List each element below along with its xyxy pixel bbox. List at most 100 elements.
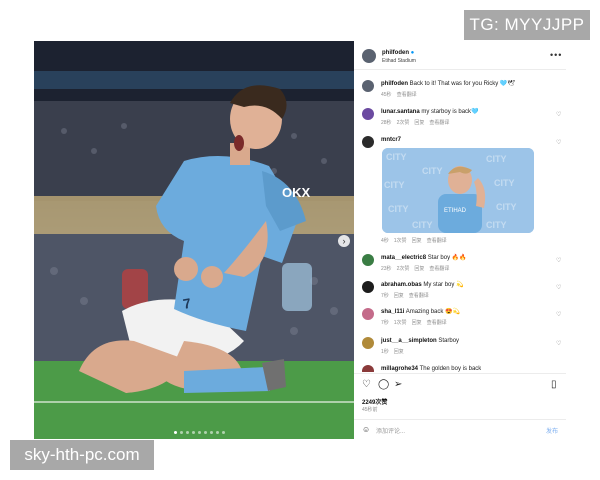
- comment-likes[interactable]: 1次赞: [394, 320, 407, 326]
- reply-link[interactable]: 回复: [412, 238, 422, 244]
- reply-link[interactable]: 回复: [394, 293, 404, 299]
- reply-link[interactable]: 回复: [412, 320, 422, 326]
- comment-meta: 23秒 2次赞 回复 查看翻译: [381, 265, 454, 272]
- svg-text:CITY: CITY: [388, 204, 409, 214]
- comment-item: mntcr7: [362, 136, 401, 148]
- comment-icon[interactable]: ◯: [378, 379, 389, 390]
- comment-text: my starboy is back🩵: [421, 109, 479, 115]
- comment-username[interactable]: sha_l11i: [381, 309, 404, 315]
- comment-text: The golden boy is back: [419, 366, 482, 372]
- comment-time: 23秒: [381, 266, 392, 272]
- post-photo: OKX 7: [34, 41, 354, 439]
- comment-meta: 28秒 2次赞 回复 查看翻译: [381, 119, 454, 126]
- emoji-icon[interactable]: ☺: [362, 425, 370, 434]
- caption-time: 45秒: [381, 92, 392, 98]
- carousel-dots: [174, 431, 225, 434]
- avatar[interactable]: [362, 254, 374, 266]
- caption-text: Back to it! That was for you Ricky 🩵🕊: [409, 81, 516, 87]
- watermark-bottom: sky-hth-pc.com: [10, 440, 154, 470]
- svg-text:CITY: CITY: [494, 178, 515, 188]
- post-time: 45秒前: [362, 407, 378, 413]
- avatar[interactable]: [362, 281, 374, 293]
- caption-username[interactable]: philfoden: [381, 81, 408, 87]
- more-options-icon[interactable]: •••: [550, 50, 562, 60]
- post-location[interactable]: Etihad Stadium: [382, 58, 416, 64]
- avatar[interactable]: [362, 49, 376, 63]
- gif-kit-sponsor: ETIHAD: [444, 208, 467, 214]
- comment-meta: 7秒 回复 查看翻译: [381, 292, 434, 299]
- comment-likes[interactable]: 1次赞: [394, 238, 407, 244]
- comment-time: 7秒: [381, 293, 389, 299]
- watermark-top: TG: MYYJJPP: [464, 10, 590, 40]
- svg-text:CITY: CITY: [412, 220, 433, 230]
- svg-text:CITY: CITY: [486, 220, 507, 230]
- heart-icon[interactable]: ♡: [556, 139, 561, 146]
- gif-image: CITY CITYCITYCITY CITYCITY CITY CITY CITY …: [382, 148, 534, 233]
- comment-time: 4秒: [381, 238, 389, 244]
- comment-text: Amazing back 😍💫: [405, 309, 460, 315]
- comment-username[interactable]: lunar.santana: [381, 109, 420, 115]
- comment-meta: 7秒 1次赞 回复 查看翻译: [381, 319, 452, 326]
- translate-link[interactable]: 查看翻译: [427, 238, 447, 244]
- comment-time: 7秒: [381, 320, 389, 326]
- shirt-sponsor-text: OKX: [282, 185, 311, 200]
- post-detail-panel: philfoden ● Etihad Stadium ••• philfoden…: [354, 41, 566, 439]
- comment-username[interactable]: just__a__simpleton: [381, 338, 437, 344]
- gif-city-text: CITY: [386, 152, 407, 162]
- avatar[interactable]: [362, 108, 374, 120]
- avatar[interactable]: [362, 136, 374, 148]
- heart-icon[interactable]: ♡: [556, 311, 561, 318]
- comment-username[interactable]: abraham.obas: [381, 282, 422, 288]
- comment-meta: 1秒 回复: [381, 348, 409, 355]
- post-image[interactable]: OKX 7 ›: [34, 41, 354, 439]
- comment-item: just__a__simpleton Starboy: [362, 337, 459, 349]
- heart-icon[interactable]: ♡: [362, 379, 371, 390]
- comment-input[interactable]: 添加评论...: [376, 426, 405, 435]
- svg-text:CITY: CITY: [422, 166, 443, 176]
- heart-icon[interactable]: ♡: [556, 257, 561, 264]
- comment-meta: 4秒 1次赞 回复 查看翻译: [381, 237, 452, 244]
- verified-badge-icon: ●: [410, 50, 415, 56]
- comment-time: 28秒: [381, 120, 392, 126]
- likes-count[interactable]: 2249次赞: [362, 397, 387, 406]
- comment-text: My star boy 💫: [423, 282, 464, 288]
- reply-link[interactable]: 回复: [394, 349, 404, 355]
- translate-link[interactable]: 查看翻译: [429, 266, 449, 272]
- svg-text:CITY: CITY: [496, 202, 517, 212]
- comment-username[interactable]: mntcr7: [381, 137, 401, 143]
- comment-username[interactable]: millagrohe34: [381, 366, 418, 372]
- heart-icon[interactable]: ♡: [556, 340, 561, 347]
- comment-likes[interactable]: 2次赞: [397, 120, 410, 126]
- translate-link[interactable]: 查看翻译: [397, 92, 417, 98]
- share-icon[interactable]: ➢: [394, 379, 402, 390]
- translate-link[interactable]: 查看翻译: [429, 120, 449, 126]
- comment-text: Star boy 🔥🔥: [427, 255, 467, 261]
- carousel-next-icon[interactable]: ›: [338, 235, 350, 247]
- post-header: philfoden ● Etihad Stadium: [362, 49, 416, 65]
- divider: [354, 69, 566, 70]
- comment-gif[interactable]: CITY CITY CITY CITY CITY CITY CITY CITY CITY …: [382, 148, 534, 233]
- comment-time: 1秒: [381, 349, 389, 355]
- comment-text: Starboy: [438, 338, 460, 344]
- svg-text:CITY: CITY: [384, 180, 405, 190]
- translate-link[interactable]: 查看翻译: [409, 293, 429, 299]
- divider: [354, 419, 566, 420]
- heart-icon[interactable]: ♡: [556, 111, 561, 118]
- reply-link[interactable]: 回复: [414, 266, 424, 272]
- bookmark-icon[interactable]: ▯: [551, 379, 557, 390]
- divider: [354, 373, 566, 374]
- caption-meta: 45秒 查看翻译: [381, 91, 422, 98]
- translate-link[interactable]: 查看翻译: [427, 320, 447, 326]
- svg-text:CITY: CITY: [486, 154, 507, 164]
- avatar[interactable]: [362, 308, 374, 320]
- reply-link[interactable]: 回复: [414, 120, 424, 126]
- heart-icon[interactable]: ♡: [556, 284, 561, 291]
- comment-likes[interactable]: 2次赞: [397, 266, 410, 272]
- avatar[interactable]: [362, 365, 374, 372]
- avatar[interactable]: [362, 80, 374, 92]
- comment-item: millagrohe34 The golden boy is back: [362, 365, 481, 372]
- comment-username[interactable]: mata__electric8: [381, 255, 426, 261]
- avatar[interactable]: [362, 337, 374, 349]
- post-username[interactable]: philfoden: [382, 50, 409, 56]
- post-comment-button[interactable]: 发布: [546, 426, 558, 435]
